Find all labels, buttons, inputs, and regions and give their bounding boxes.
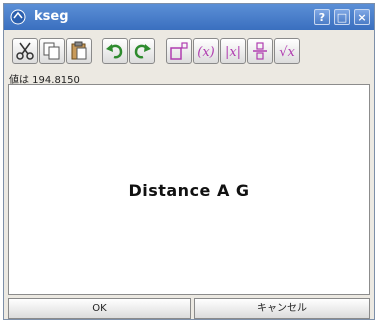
fraction-icon	[253, 42, 267, 60]
undo-icon	[106, 44, 123, 59]
parentheses-icon: (x)	[197, 45, 214, 60]
measurement-expression[interactable]: Distance A G	[9, 181, 369, 200]
redo-button[interactable]	[129, 38, 155, 64]
dialog-button-bar: OK キャンセル	[8, 298, 370, 319]
toolbar: (x) |x| √x	[6, 34, 372, 68]
cancel-button[interactable]: キャンセル	[194, 298, 370, 319]
sqrt-icon: √x	[279, 45, 295, 60]
exponent-button[interactable]	[166, 38, 192, 64]
parentheses-button[interactable]: (x)	[193, 38, 219, 64]
exponent-icon	[170, 42, 188, 60]
close-button[interactable]: ×	[354, 9, 370, 25]
fraction-button[interactable]	[247, 38, 273, 64]
svg-text:(x): (x)	[197, 45, 214, 60]
help-button[interactable]: ?	[314, 9, 330, 25]
expression-canvas[interactable]: Distance A G	[8, 84, 370, 295]
copy-icon	[43, 42, 60, 60]
kseg-dialog-window: kseg ? □ × (x) |x| √x 値は 194.8150 Distan…	[3, 3, 375, 320]
cut-button[interactable]	[12, 38, 38, 64]
ok-button[interactable]: OK	[8, 298, 191, 319]
scissors-icon	[16, 42, 34, 60]
paste-icon	[71, 41, 87, 60]
square-root-button[interactable]: √x	[274, 38, 300, 64]
svg-text:|x|: |x|	[225, 45, 241, 60]
maximize-button[interactable]: □	[334, 9, 350, 25]
undo-button[interactable]	[102, 38, 128, 64]
title-bar[interactable]: kseg ? □ ×	[4, 4, 374, 30]
redo-icon	[134, 44, 151, 59]
absolute-value-button[interactable]: |x|	[220, 38, 246, 64]
paste-button[interactable]	[66, 38, 92, 64]
kseg-app-icon	[10, 9, 26, 25]
copy-button[interactable]	[39, 38, 65, 64]
svg-text:√x: √x	[279, 45, 295, 60]
absolute-value-icon: |x|	[225, 45, 241, 60]
window-title: kseg	[34, 9, 69, 24]
